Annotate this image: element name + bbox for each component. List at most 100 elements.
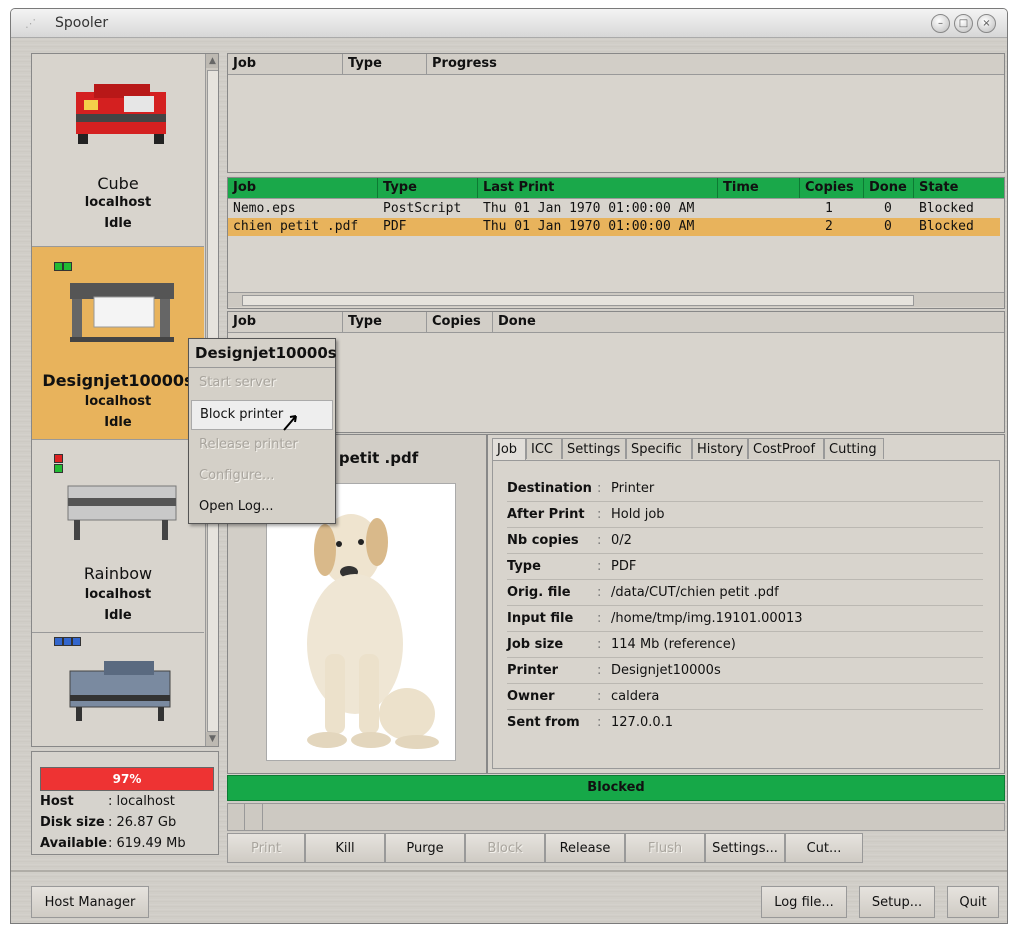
settings-button[interactable]: Settings... [705,833,785,863]
status-indicator [63,637,72,646]
release-button[interactable]: Release [545,833,625,863]
close-button[interactable]: × [977,14,996,33]
status-indicator [54,454,63,463]
quit-button[interactable]: Quit [947,886,999,918]
printer-host: localhost [84,587,152,602]
disk-row-available: Available: 619.49 Mb [40,836,186,851]
column-header[interactable]: Job [228,178,378,198]
printer-image-rainbow [67,485,177,540]
disk-info-panel: 97% Host: localhost Disk size: 26.87 Gb … [31,751,219,855]
scroll-thumb[interactable] [242,295,914,306]
disk-usage-bar: 97% [40,767,214,791]
column-header[interactable]: Type [343,54,427,74]
cell-done: 0 [884,219,892,234]
menu-item-configure[interactable]: Configure... [191,462,333,490]
cell-type: PostScript [383,201,462,216]
window-body: Cube localhost Idle Designjet10000s loca… [11,38,1007,923]
printer-name: Cube [97,174,139,193]
table-row[interactable]: Nemo.eps PostScript Thu 01 Jan 1970 01:0… [228,200,1004,218]
cell-copies: 1 [825,201,833,216]
tab-cutting[interactable]: Cutting [824,438,884,459]
cell-job: Nemo.eps [233,201,296,216]
tab-specific[interactable]: Specific [626,438,692,459]
menu-item-start-server[interactable]: Start server [191,369,333,397]
block-button[interactable]: Block [465,833,545,863]
prop-destination: Destination: Printer [507,481,655,496]
active-jobs-table: Job Type Progress [227,53,1005,173]
mouse-cursor-icon [283,415,297,431]
setup-button[interactable]: Setup... [859,886,935,918]
log-file-button[interactable]: Log file... [761,886,847,918]
status-bar: Blocked [227,775,1005,801]
app-icon: ⋰ [25,17,36,30]
printer-name: Rainbow [83,564,153,583]
printer-item-cube[interactable]: Cube localhost Idle [32,54,204,247]
queue-header: Job Type Last Print Time Copies Done Sta… [228,178,1004,199]
tab-costproof[interactable]: CostProof [748,438,824,459]
purge-button[interactable]: Purge [385,833,465,863]
menu-item-open-log[interactable]: Open Log... [191,493,333,521]
printer-name: Designjet10000s [42,371,194,390]
prop-type: Type: PDF [507,559,637,574]
history-table: Job Type Copies Done [227,311,1005,433]
prop-job-size: Job size:114 Mb (reference) [507,637,736,652]
column-header[interactable]: Job [228,312,343,332]
column-header[interactable]: Done [493,312,1004,332]
flush-button[interactable]: Flush [625,833,705,863]
cell-last-print: Thu 01 Jan 1970 01:00:00 AM [483,201,695,216]
printer-host: localhost [84,394,152,409]
status-indicator [54,262,63,271]
tab-job[interactable]: Job [492,438,526,461]
column-header[interactable]: Last Print [478,178,718,198]
status-indicator [54,637,63,646]
maximize-button[interactable]: □ [954,14,973,33]
printer-image-4 [69,661,171,721]
spooler-window: ⋰ Spooler – □ × Cube localhost Idle Desi… [10,8,1008,924]
tab-content-job: Destination: Printer After Print: Hold job… [492,460,1000,769]
tab-settings[interactable]: Settings [562,438,626,459]
menu-item-release-printer[interactable]: Release printer [191,431,333,459]
context-menu-title: Designjet10000s [189,339,337,368]
disk-row-host: Host: localhost [40,794,175,809]
divider [11,870,1007,872]
printer-state: Idle [104,608,132,623]
minimize-button[interactable]: – [931,14,950,33]
printer-item-rainbow[interactable]: Rainbow localhost Idle [32,440,204,633]
column-header[interactable]: Done [864,178,914,198]
scroll-down-arrow[interactable]: ▼ [206,732,218,746]
tab-history[interactable]: History [692,438,748,459]
printer-host: localhost [84,195,152,210]
status-indicator [54,464,63,473]
prop-sent-from: Sent from:127.0.0.1 [507,715,674,730]
column-header[interactable]: Time [718,178,800,198]
column-header[interactable]: Progress [427,54,1004,74]
history-header: Job Type Copies Done [228,312,1004,333]
menu-item-block-printer[interactable]: Block printer [191,400,333,430]
title-bar[interactable]: ⋰ Spooler – □ × [11,9,1007,38]
queue-horizontal-scrollbar[interactable] [228,292,1004,307]
print-button[interactable]: Print [227,833,305,863]
dog-image [307,514,439,749]
table-row[interactable]: chien petit .pdf PDF Thu 01 Jan 1970 01:… [228,218,1000,236]
cell-state: Blocked [919,201,974,216]
cell-state: Blocked [919,219,974,234]
cut-button[interactable]: Cut... [785,833,863,863]
column-header[interactable]: Type [343,312,427,332]
kill-button[interactable]: Kill [305,833,385,863]
scroll-up-arrow[interactable]: ▲ [206,54,218,68]
disk-row-size: Disk size: 26.87 Gb [40,815,177,830]
printer-image-cube [76,84,166,144]
printer-context-menu: Designjet10000s Start server Block print… [188,338,337,524]
column-header[interactable]: Copies [427,312,493,332]
column-header[interactable]: Type [378,178,478,198]
column-header[interactable]: Job [228,54,343,74]
job-details-panel: Job ICC Settings Specific History CostPr… [487,434,1005,774]
column-header[interactable]: Copies [800,178,864,198]
host-manager-button[interactable]: Host Manager [31,886,149,918]
printer-item-designjet10000s[interactable]: Designjet10000s localhost Idle [32,247,204,440]
column-header[interactable]: State [914,178,1004,198]
tab-icc[interactable]: ICC [526,438,562,459]
cell-last-print: Thu 01 Jan 1970 01:00:00 AM [483,219,695,234]
prop-after-print: After Print: Hold job [507,507,665,522]
printer-item-4[interactable] [32,633,204,746]
